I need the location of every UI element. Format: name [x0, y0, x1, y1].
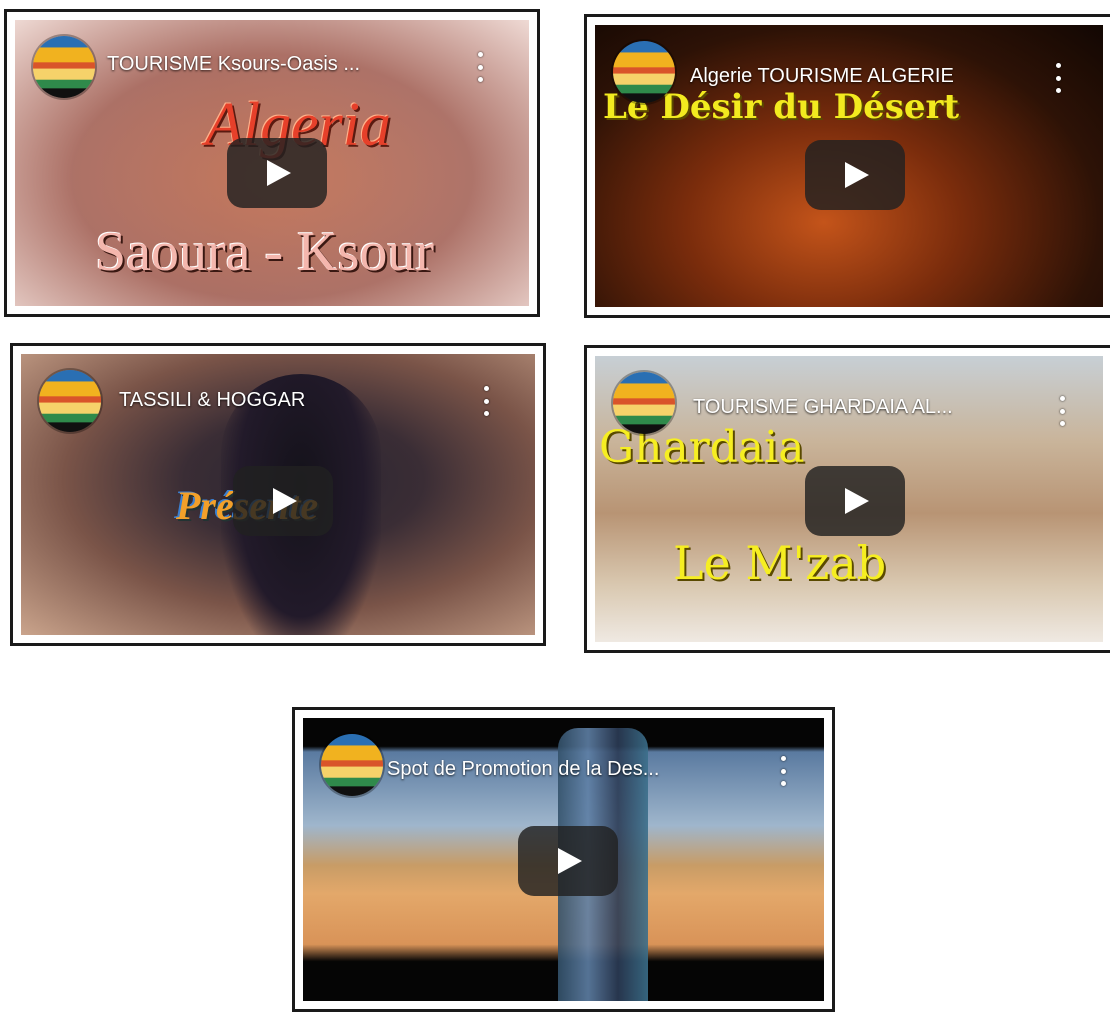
video-title[interactable]: Spot de Promotion de la Des...: [387, 758, 659, 781]
video-title[interactable]: TOURISME GHARDAIA AL...: [693, 396, 953, 419]
more-vert-icon[interactable]: [1053, 63, 1063, 93]
video-card-5[interactable]: Spot de Promotion de la Des...: [292, 707, 835, 1012]
video-thumbnail-3[interactable]: Présente TASSILI & HOGGAR: [21, 354, 535, 635]
video-thumbnail-5[interactable]: Spot de Promotion de la Des...: [303, 718, 824, 1001]
channel-logo[interactable]: [613, 372, 675, 434]
channel-logo[interactable]: [33, 36, 95, 98]
video-thumbnail-4[interactable]: Ghardaia Le M'zab TOURISME GHARDAIA AL..…: [595, 356, 1103, 642]
video-card-4[interactable]: Ghardaia Le M'zab TOURISME GHARDAIA AL..…: [584, 345, 1110, 653]
video-card-3[interactable]: Présente TASSILI & HOGGAR: [10, 343, 546, 646]
more-vert-icon[interactable]: [475, 52, 485, 82]
video-thumbnail-1[interactable]: Algeria Saoura - Ksour TOURISME Ksours-O…: [15, 20, 529, 306]
video-card-2[interactable]: Le Désir du Désert Algerie TOURISME ALGE…: [584, 14, 1110, 318]
thumbnail-overlay-text: Le M'zab: [673, 536, 887, 590]
video-card-1[interactable]: Algeria Saoura - Ksour TOURISME Ksours-O…: [4, 9, 540, 317]
video-title[interactable]: Algerie TOURISME ALGERIE: [690, 65, 954, 88]
play-icon[interactable]: [233, 466, 333, 536]
play-icon[interactable]: [518, 826, 618, 896]
video-thumbnail-2[interactable]: Le Désir du Désert Algerie TOURISME ALGE…: [595, 25, 1103, 307]
video-title[interactable]: TOURISME Ksours-Oasis ...: [107, 53, 360, 76]
more-vert-icon[interactable]: [1057, 396, 1067, 426]
play-icon[interactable]: [805, 466, 905, 536]
video-title[interactable]: TASSILI & HOGGAR: [119, 389, 305, 412]
play-icon[interactable]: [805, 140, 905, 210]
channel-logo[interactable]: [321, 734, 383, 796]
channel-logo[interactable]: [39, 370, 101, 432]
thumbnail-overlay-text: Saoura - Ksour: [95, 221, 435, 283]
more-vert-icon[interactable]: [778, 756, 788, 786]
channel-logo[interactable]: [613, 41, 675, 103]
more-vert-icon[interactable]: [481, 386, 491, 416]
play-icon[interactable]: [227, 138, 327, 208]
